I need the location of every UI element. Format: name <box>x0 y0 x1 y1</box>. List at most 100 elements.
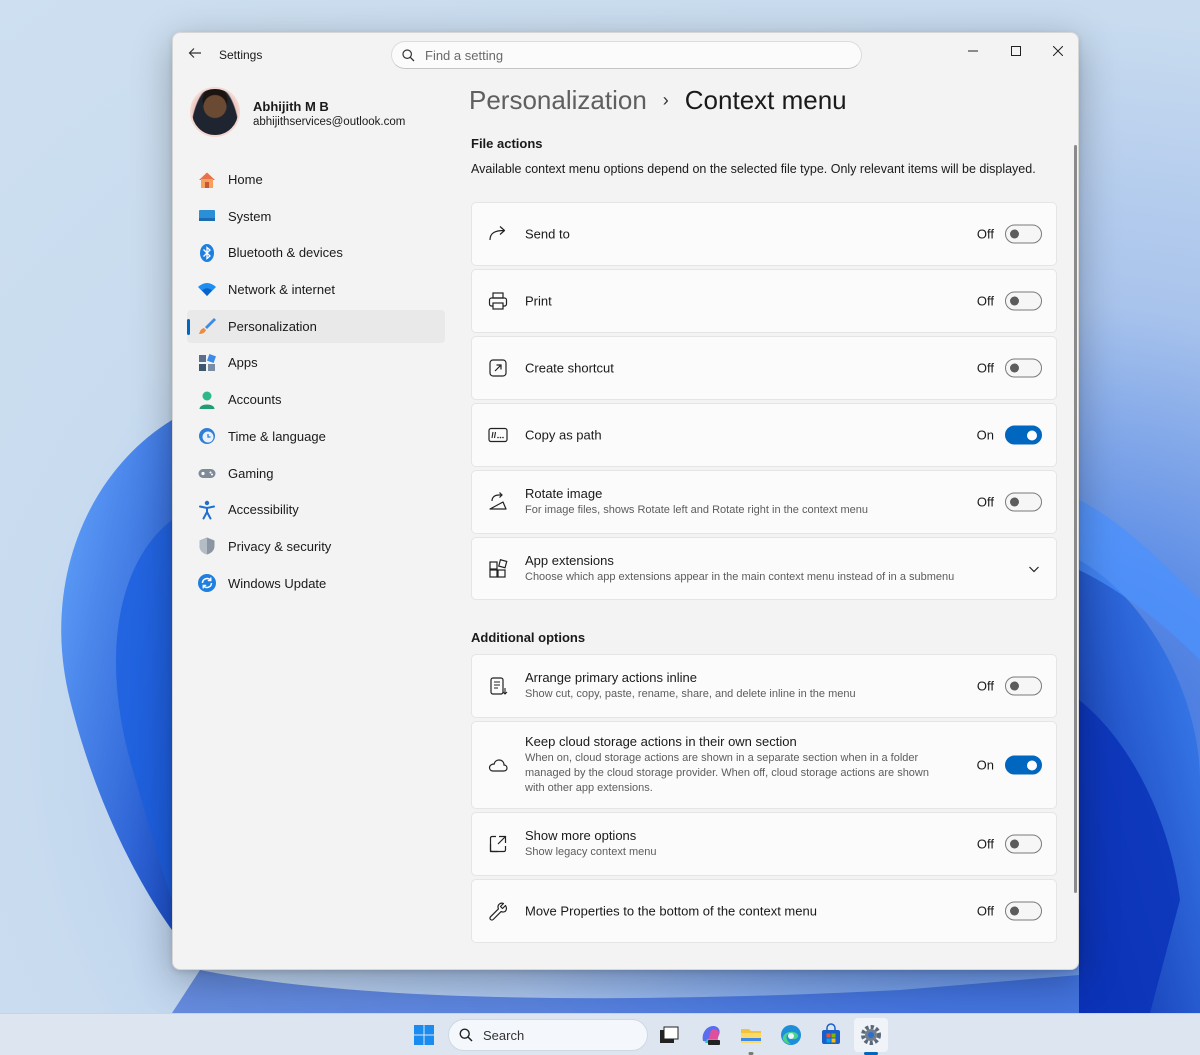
copy-path-icon <box>487 424 509 446</box>
sidebar-item-label: Gaming <box>228 465 274 481</box>
toggle-knob <box>1010 681 1019 691</box>
setting-description: Show legacy context menu <box>525 846 657 858</box>
sidebar-item-bluetooth-devices[interactable]: Bluetooth & devices <box>187 236 445 269</box>
sidebar-item-time-language[interactable]: Time & language <box>187 420 445 453</box>
start-button[interactable] <box>407 1018 441 1052</box>
maximize-icon <box>1011 46 1021 56</box>
start-icon <box>414 1025 434 1045</box>
expand-icon <box>487 833 509 855</box>
sidebar-item-apps[interactable]: Apps <box>187 346 445 379</box>
sidebar-item-label: Bluetooth & devices <box>228 245 343 261</box>
setting-card-print: Print Off <box>471 269 1057 333</box>
sidebar-item-accounts[interactable]: Accounts <box>187 383 445 416</box>
apps-icon <box>197 353 217 373</box>
cloud-icon <box>487 754 509 776</box>
settings-window: Settings Abhijith M B abhijithservices@o… <box>172 32 1079 970</box>
setting-card-rotate-image: Rotate image For image files, shows Rota… <box>471 470 1057 534</box>
chevron-down-icon[interactable] <box>1026 561 1042 577</box>
brush-icon <box>197 316 217 336</box>
breadcrumb-parent-link[interactable]: Personalization <box>469 85 647 116</box>
sidebar-item-home[interactable]: Home <box>187 163 445 196</box>
toggle-state-label: Off <box>976 494 994 510</box>
close-button[interactable] <box>1037 37 1078 65</box>
search-input[interactable] <box>425 47 825 63</box>
file-explorer-icon <box>741 1029 761 1043</box>
setting-title: Rotate image <box>525 486 603 501</box>
settings-taskbar-button[interactable] <box>854 1018 888 1055</box>
sidebar-item-personalization[interactable]: Personalization <box>187 309 445 343</box>
back-button[interactable] <box>185 43 205 63</box>
title-bar: Settings <box>173 33 1078 77</box>
printer-icon <box>487 290 509 312</box>
setting-title: Show more options <box>525 828 637 843</box>
sidebar-item-label: Accounts <box>228 392 282 408</box>
shield-icon <box>197 536 217 556</box>
file-explorer-button[interactable] <box>734 1018 768 1055</box>
send-to-icon <box>487 223 509 245</box>
sidebar-item-label: Accessibility <box>228 502 299 518</box>
user-name: Abhijith M B <box>253 99 329 114</box>
system-icon <box>197 206 217 226</box>
sidebar-item-privacy-security[interactable]: Privacy & security <box>187 530 445 563</box>
maximize-button[interactable] <box>995 37 1037 65</box>
sidebar-item-network-internet[interactable]: Network & internet <box>187 273 445 306</box>
cloud-storage-toggle[interactable] <box>1005 755 1042 775</box>
show-more-options-toggle[interactable] <box>1005 834 1042 854</box>
minimize-button[interactable] <box>952 37 994 65</box>
rotate-image-toggle[interactable] <box>1005 492 1042 512</box>
store-icon <box>822 1023 840 1044</box>
page-title: Context menu <box>684 85 847 115</box>
setting-card-send-to: Send to Off <box>471 202 1057 266</box>
copy-as-path-toggle[interactable] <box>1005 425 1042 445</box>
content-scrollbar[interactable] <box>1074 145 1077 893</box>
setting-description: Choose which app extensions appear in th… <box>525 570 955 583</box>
rotate-icon <box>487 491 509 513</box>
sidebar-item-gaming[interactable]: Gaming <box>187 457 445 490</box>
accounts-icon <box>197 390 217 410</box>
breadcrumb: Personalization › Context menu <box>469 85 847 116</box>
sidebar-item-label: System <box>228 208 272 224</box>
store-button[interactable] <box>814 1018 848 1052</box>
user-email: abhijithservices@outlook.com <box>253 116 406 128</box>
setting-card-move-properties: Move Properties to the bottom of the con… <box>471 879 1057 943</box>
sidebar-item-system[interactable]: System <box>187 200 445 233</box>
print-toggle[interactable] <box>1005 291 1042 311</box>
setting-title: Copy as path <box>525 427 602 443</box>
search-icon <box>459 1028 473 1042</box>
toggle-knob <box>1027 430 1037 440</box>
wifi-icon <box>197 280 217 300</box>
m365-button[interactable] <box>694 1018 728 1052</box>
send-to-toggle[interactable] <box>1005 224 1042 244</box>
sidebar-item-label: Time & language <box>228 428 326 444</box>
toggle-knob <box>1010 363 1019 373</box>
arrange-inline-toggle[interactable] <box>1005 676 1042 696</box>
taskbar-search[interactable]: Search <box>448 1019 648 1051</box>
toggle-knob <box>1010 906 1019 916</box>
home-icon <box>197 170 217 190</box>
update-icon <box>197 573 217 593</box>
task-view-icon <box>660 1026 679 1043</box>
move-properties-toggle[interactable] <box>1005 901 1042 921</box>
setting-card-arrange-inline: Arrange primary actions inline Show cut,… <box>471 654 1057 718</box>
file-actions-heading: File actions <box>471 136 543 151</box>
additional-options-heading: Additional options <box>471 630 586 645</box>
setting-title: Arrange primary actions inline <box>525 670 697 685</box>
toggle-state-label: Off <box>976 903 994 919</box>
minimize-icon <box>968 50 978 52</box>
toggle-state-label: Off <box>976 226 994 242</box>
sidebar-item-label: Windows Update <box>228 575 327 591</box>
create-shortcut-toggle[interactable] <box>1005 358 1042 378</box>
bluetooth-icon <box>197 243 217 263</box>
sidebar-item-label: Apps <box>228 355 258 371</box>
task-view-button[interactable] <box>652 1018 686 1052</box>
sidebar-nav: Home System Bluetooth & devices Network … <box>187 163 445 603</box>
sidebar-item-label: Home <box>228 172 263 187</box>
sidebar-item-windows-update[interactable]: Windows Update <box>187 567 445 600</box>
settings-search[interactable] <box>391 41 862 69</box>
setting-card-app-extensions[interactable]: App extensions Choose which app extensio… <box>471 537 1057 600</box>
shortcut-icon <box>487 357 509 379</box>
sidebar-item-accessibility[interactable]: Accessibility <box>187 493 445 526</box>
accessibility-icon <box>197 500 217 520</box>
avatar[interactable] <box>190 87 240 137</box>
edge-button[interactable] <box>774 1018 808 1052</box>
